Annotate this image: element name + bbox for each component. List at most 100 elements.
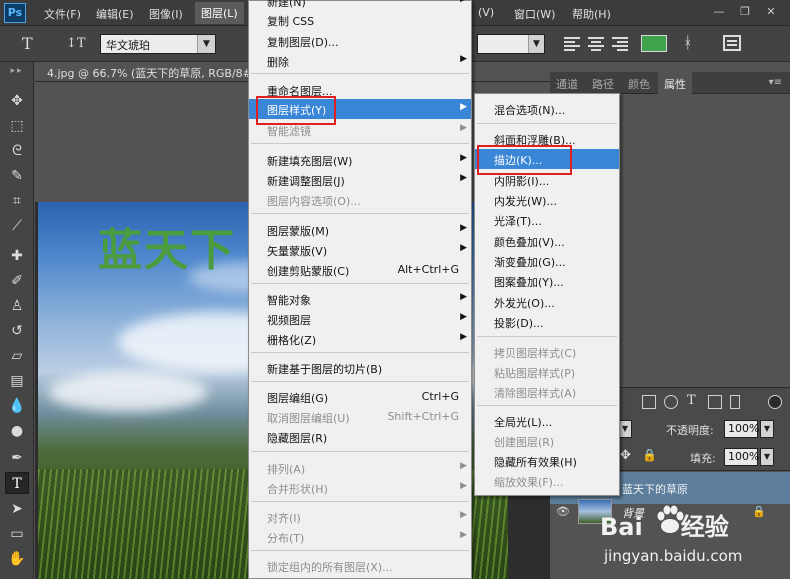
opacity-dropdown[interactable]: ▼ [760,420,774,438]
menu-item-group[interactable]: 图层编组(G) Ctrl+G [249,387,471,407]
menu-item-scale-effects[interactable]: 缩放效果(F)... [475,471,619,491]
menu-item-layer-mask[interactable]: 图层蒙版(M) ▶ [249,220,471,240]
menu-item-distribute[interactable]: 分布(T) ▶ [249,527,471,547]
menu-item-new-fill[interactable]: 新建填充图层(W) ▶ [249,150,471,170]
warp-text-icon[interactable]: ᚼ [683,33,693,52]
menu-item-hide-layers[interactable]: 隐藏图层(R) [249,427,471,447]
menu-item-paste-style[interactable]: 粘贴图层样式(P) [475,362,619,382]
close-icon[interactable]: ✕ [760,4,782,21]
menu-item-clipping-mask[interactable]: 创建剪贴蒙版(C) Alt+Ctrl+G [249,260,471,280]
tab-paths[interactable]: 路径 [592,76,614,92]
history-brush-tool-icon[interactable]: ↺ [5,320,29,342]
minimize-icon[interactable]: — [708,4,730,21]
watermark: Bai 经验 jingyan.baidu.com [582,495,782,575]
fill-dropdown[interactable]: ▼ [760,448,774,466]
blur-tool-icon[interactable]: 💧 [5,395,29,417]
type-tool-icon[interactable]: T [5,472,29,494]
blend-mode-dropdown[interactable]: ▼ [618,420,632,438]
align-center-icon[interactable] [587,35,605,51]
menu-item-align[interactable]: 对齐(I) ▶ [249,507,471,527]
menu-item-combine-shapes[interactable]: 合并形状(H) ▶ [249,478,471,498]
filter-smart-object-icon[interactable] [730,395,740,409]
menu-item-blending-options[interactable]: 混合选项(N)... [475,99,619,119]
menu-item-inner-glow[interactable]: 内发光(W)... [475,190,619,210]
hand-tool-icon[interactable]: ✋ [5,548,29,570]
marquee-tool-icon[interactable]: ⬚ [5,115,29,137]
menu-layer[interactable]: 图层(L) [195,2,244,24]
menu-item-gradient-overlay[interactable]: 渐变叠加(G)... [475,251,619,271]
menu-file[interactable]: 文件(F) [44,6,81,22]
filter-pixel-icon[interactable] [642,395,656,409]
text-orientation-icon[interactable]: ↕T [66,36,86,51]
clone-stamp-tool-icon[interactable]: ♙ [5,295,29,317]
gradient-tool-icon[interactable]: ▤ [5,370,29,392]
pen-tool-icon[interactable]: ✒ [5,447,29,469]
chevron-down-icon: ▼ [528,35,544,53]
filter-toggle-icon[interactable] [768,395,782,409]
menu-item-copy-style[interactable]: 拷贝图层样式(C) [475,342,619,362]
filter-type-icon[interactable]: T [687,393,696,408]
move-tool-icon[interactable]: ✥ [5,90,29,112]
menu-item-smart-objects[interactable]: 智能对象 ▶ [249,289,471,309]
healing-brush-tool-icon[interactable]: ✚ [5,245,29,267]
align-right-icon[interactable] [611,35,629,51]
align-left-icon[interactable] [563,35,581,51]
menu-view[interactable]: (V) [478,6,494,19]
font-family-select[interactable]: 华文琥珀 ▼ [100,34,216,54]
menu-item-arrange[interactable]: 排列(A) ▶ [249,458,471,478]
menu-item-color-overlay[interactable]: 颜色叠加(V)... [475,231,619,251]
menu-item-outer-glow[interactable]: 外发光(O)... [475,292,619,312]
eraser-tool-icon[interactable]: ▱ [5,345,29,367]
annotation-box-layer-style [256,96,336,125]
text-color-swatch[interactable] [641,35,667,52]
lock-all-icon[interactable]: 🔒 [642,448,657,462]
crop-tool-icon[interactable]: ⌗ [5,190,29,212]
menu-item-duplicate-layer[interactable]: 复制图层(D)... [249,31,471,51]
brush-tool-icon[interactable]: ✐ [5,270,29,292]
menu-item-satin[interactable]: 光泽(T)... [475,210,619,230]
fill-input[interactable]: 100% [724,448,759,466]
panel-menu-icon[interactable]: ▾≡ [769,77,782,88]
menu-item-pattern-overlay[interactable]: 图案叠加(Y)... [475,271,619,291]
lasso-tool-icon[interactable]: ᘓ [5,140,29,162]
quick-select-tool-icon[interactable]: ✎ [5,165,29,187]
tab-properties[interactable]: 属性 [658,72,692,94]
character-panel-icon[interactable] [723,35,741,51]
menu-edit[interactable]: 编辑(E) [96,6,134,22]
dodge-tool-icon[interactable]: ● [5,420,29,442]
lock-position-icon[interactable]: ✥ [620,448,631,463]
menu-item-video-layers[interactable]: 视频图层 ▶ [249,309,471,329]
path-select-tool-icon[interactable]: ➤ [5,498,29,520]
panel-grip-icon[interactable]: ▸▸ [0,62,34,82]
menu-item-new-adjust[interactable]: 新建调整图层(J) ▶ [249,170,471,190]
canvas-text-layer: 蓝天下 [98,225,236,276]
filter-adjustment-icon[interactable] [664,395,678,409]
menu-item-create-layers[interactable]: 创建图层(R) [475,431,619,451]
menu-item-hide-effects[interactable]: 隐藏所有效果(H) [475,451,619,471]
restore-icon[interactable]: ❐ [734,4,756,21]
menu-item-content-options[interactable]: 图层内容选项(O)... [249,190,471,210]
menu-item-new-slice[interactable]: 新建基于图层的切片(B) [249,358,471,378]
eyedropper-tool-icon[interactable]: ⟋ [5,215,29,237]
menu-help[interactable]: 帮助(H) [572,6,611,22]
tab-color[interactable]: 颜色 [628,76,650,92]
eye-icon[interactable]: 👁 [556,505,570,518]
menu-item-vector-mask[interactable]: 矢量蒙版(V) ▶ [249,240,471,260]
menu-item-global-light[interactable]: 全局光(L)... [475,411,619,431]
rectangle-tool-icon[interactable]: ▭ [5,523,29,545]
tab-channels[interactable]: 通道 [556,76,578,92]
menu-item-rasterize[interactable]: 栅格化(Z) ▶ [249,329,471,349]
panel-tabs: 通道 路径 颜色 属性 ▾≡ [550,72,790,94]
opacity-input[interactable]: 100% [724,420,759,438]
text-tool-preset-icon[interactable]: T [22,34,33,53]
menu-image[interactable]: 图像(I) [149,6,183,22]
menu-window[interactable]: 窗口(W) [514,6,555,22]
menu-item-duplicate-css[interactable]: 复制 CSS [249,10,471,30]
menu-item-lock-all[interactable]: 锁定组内的所有图层(X)... [249,556,471,576]
menu-item-drop-shadow[interactable]: 投影(D)... [475,312,619,332]
menu-item-ungroup[interactable]: 取消图层编组(U) Shift+Ctrl+G [249,407,471,427]
filter-shape-icon[interactable] [708,395,722,409]
antialias-select[interactable]: ▼ [477,34,545,54]
menu-item-clear-style[interactable]: 清除图层样式(A) [475,382,619,402]
menu-item-delete[interactable]: 删除 ▶ [249,51,471,71]
